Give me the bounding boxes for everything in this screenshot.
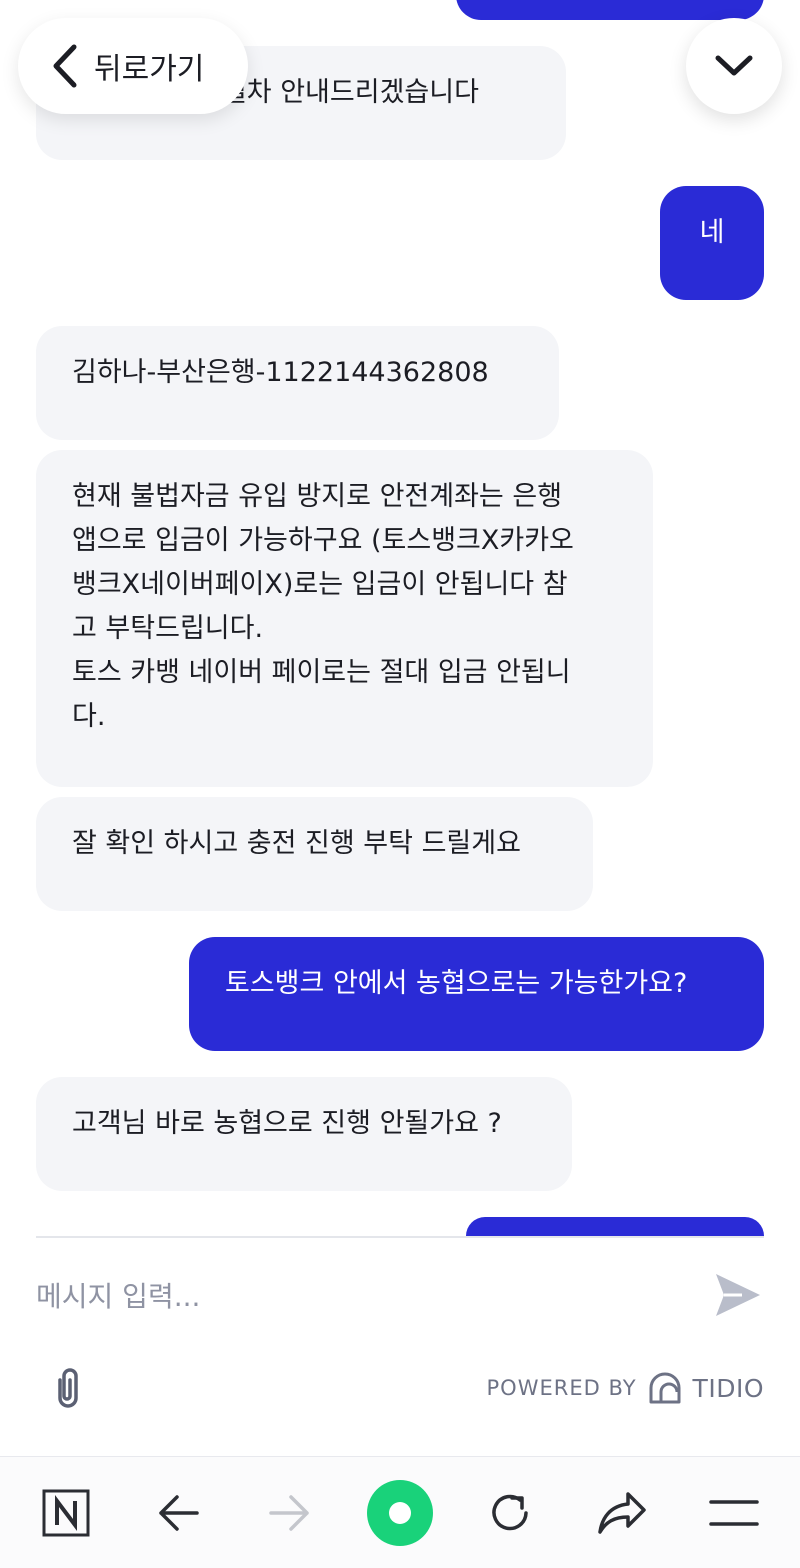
message-text: 네 (699, 217, 725, 248)
browser-back-button[interactable] (140, 1457, 216, 1568)
powered-by-tidio[interactable]: POWERED BY TIDIO (487, 1366, 764, 1410)
message-text: 고객님 바로 농협으로 진행 안될가요 ? (72, 1108, 502, 1139)
message-text: 현재 불법자금 유입 방지로 안전계좌는 은행 앱으로 입금이 가능하구요 (토… (72, 481, 574, 732)
visitor-message-partial-top (456, 0, 764, 20)
send-icon[interactable] (712, 1270, 764, 1320)
browser-share-button[interactable] (584, 1457, 660, 1568)
tidio-logo-icon (649, 1372, 681, 1404)
forward-arrow-icon (269, 1494, 309, 1531)
visitor-message: 네 (660, 186, 764, 300)
message-text: 잘 확인 하시고 충전 진행 부탁 드릴게요 (72, 828, 521, 859)
operator-message: 현재 불법자금 유입 방지로 안전계좌는 은행 앱으로 입금이 가능하구요 (토… (36, 450, 653, 787)
composer-divider (36, 1236, 764, 1238)
message-text: 토스뱅크 안에서 농협으로는 가능한가요? (225, 968, 688, 999)
visitor-message-partial-bottom (466, 1217, 764, 1236)
naver-logo-button[interactable] (28, 1457, 104, 1568)
back-label: 뒤로가기 (94, 52, 205, 87)
powered-by-label: POWERED BY (486, 1376, 637, 1400)
browser-reload-button[interactable] (472, 1457, 548, 1568)
operator-message: 잘 확인 하시고 충전 진행 부탁 드릴게요 (36, 797, 593, 911)
naver-logo-icon (42, 1489, 90, 1536)
menu-icon (709, 1499, 759, 1526)
reload-icon (492, 1494, 528, 1530)
chevron-down-icon (715, 55, 753, 76)
tidio-brand: TIDIO (692, 1373, 764, 1403)
visitor-message: 토스뱅크 안에서 농협으로는 가능한가요? (189, 937, 764, 1051)
browser-home-button[interactable] (362, 1457, 438, 1568)
share-icon (598, 1491, 646, 1534)
chevron-left-icon (53, 44, 77, 88)
minimize-chat-button[interactable] (686, 18, 782, 114)
home-dot-icon (367, 1479, 433, 1546)
operator-message: 김하나-부산은행-1122144362808 (36, 326, 559, 440)
back-arrow-icon (159, 1494, 199, 1531)
browser-menu-button[interactable] (694, 1457, 774, 1568)
operator-message: 고객님 바로 농협으로 진행 안될가요 ? (36, 1077, 572, 1191)
paperclip-icon[interactable] (50, 1366, 86, 1410)
browser-toolbar (0, 1456, 800, 1568)
back-button[interactable]: 뒤로가기 (18, 18, 248, 114)
browser-forward-button[interactable] (252, 1457, 328, 1568)
message-text: 김하나-부산은행-1122144362808 (72, 357, 489, 388)
message-input[interactable] (36, 1266, 676, 1326)
